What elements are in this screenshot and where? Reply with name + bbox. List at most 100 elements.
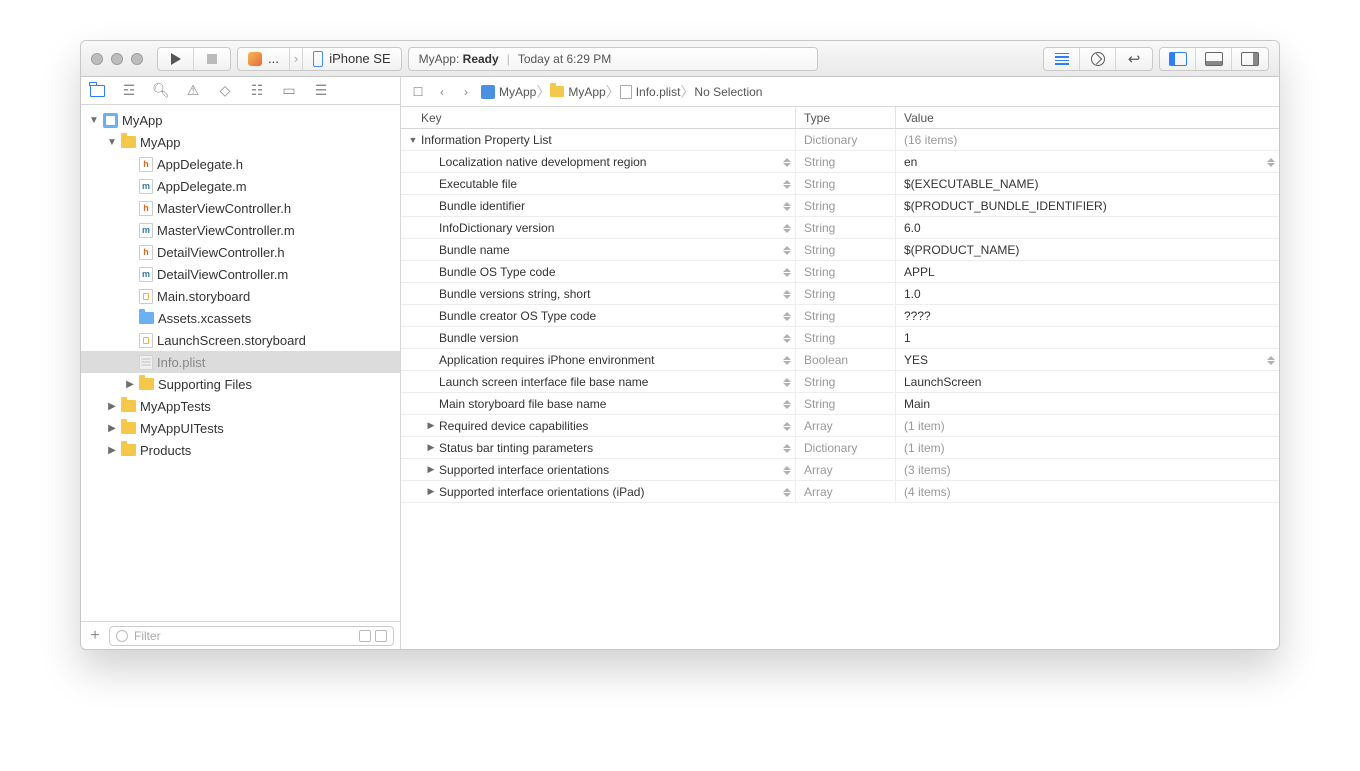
plist-value-cell[interactable]: (16 items) [896, 129, 1279, 150]
plist-key-cell[interactable]: Bundle versions string, short [401, 283, 796, 304]
key-stepper[interactable] [783, 198, 791, 214]
disclosure-triangle[interactable]: ▼ [89, 115, 99, 126]
key-stepper[interactable] [783, 374, 791, 390]
issue-navigator-tab[interactable]: ⚠︎ [185, 83, 201, 99]
toggle-navigator-button[interactable] [1160, 48, 1196, 70]
plist-key-cell[interactable]: Bundle version [401, 327, 796, 348]
value-stepper[interactable] [1267, 352, 1275, 368]
disclosure-triangle[interactable]: ▼ [407, 135, 419, 145]
plist-value-cell[interactable]: (3 items) [896, 459, 1279, 480]
tree-row[interactable]: Main.storyboard [81, 285, 400, 307]
plist-value-cell[interactable]: APPL [896, 261, 1279, 282]
plist-type-cell[interactable]: Dictionary [796, 437, 896, 458]
symbol-navigator-tab[interactable]: ☲ [121, 83, 137, 99]
plist-type-cell[interactable]: Dictionary [796, 129, 896, 150]
plist-type-cell[interactable]: Array [796, 481, 896, 502]
plist-type-cell[interactable]: String [796, 393, 896, 414]
tree-row[interactable]: ▼MyApp [81, 131, 400, 153]
plist-value-cell[interactable]: $(EXECUTABLE_NAME) [896, 173, 1279, 194]
plist-key-cell[interactable]: Application requires iPhone environment [401, 349, 796, 370]
plist-key-cell[interactable]: Bundle creator OS Type code [401, 305, 796, 326]
plist-key-cell[interactable]: Main storyboard file base name [401, 393, 796, 414]
tree-row[interactable]: hAppDelegate.h [81, 153, 400, 175]
disclosure-triangle[interactable]: ▶ [107, 423, 117, 434]
column-key[interactable]: Key [401, 107, 796, 128]
value-stepper[interactable] [1267, 154, 1275, 170]
plist-value-cell[interactable]: en [896, 151, 1279, 172]
plist-row[interactable]: ▶Supported interface orientationsArray(3… [401, 459, 1279, 481]
disclosure-triangle[interactable]: ▼ [107, 137, 117, 148]
plist-type-cell[interactable]: String [796, 173, 896, 194]
plist-row[interactable]: ▶Status bar tinting parametersDictionary… [401, 437, 1279, 459]
plist-value-cell[interactable]: $(PRODUCT_BUNDLE_IDENTIFIER) [896, 195, 1279, 216]
tree-row[interactable]: Assets.xcassets [81, 307, 400, 329]
breakpoint-navigator-tab[interactable]: ▭ [281, 83, 297, 99]
plist-value-cell[interactable]: (1 item) [896, 415, 1279, 436]
filter-field[interactable]: Filter [109, 626, 394, 646]
standard-editor-button[interactable] [1044, 48, 1080, 70]
plist-type-cell[interactable]: String [796, 195, 896, 216]
key-stepper[interactable] [783, 396, 791, 412]
destination-selector[interactable]: iPhone SE [303, 48, 400, 70]
plist-key-cell[interactable]: Bundle name [401, 239, 796, 260]
plist-value-cell[interactable]: LaunchScreen [896, 371, 1279, 392]
project-navigator-tree[interactable]: ▼MyApp▼MyApphAppDelegate.hmAppDelegate.m… [81, 105, 400, 621]
tree-row[interactable]: ▼MyApp [81, 109, 400, 131]
tree-row[interactable]: ▶MyAppTests [81, 395, 400, 417]
toggle-debug-area-button[interactable] [1196, 48, 1232, 70]
plist-row[interactable]: Bundle identifierString$(PRODUCT_BUNDLE_… [401, 195, 1279, 217]
plist-type-cell[interactable]: String [796, 305, 896, 326]
toggle-inspectors-button[interactable] [1232, 48, 1268, 70]
key-stepper[interactable] [783, 484, 791, 500]
zoom-window-button[interactable] [131, 53, 143, 65]
activity-viewer[interactable]: MyApp: Ready | Today at 6:29 PM [408, 47, 818, 71]
plist-type-cell[interactable]: String [796, 217, 896, 238]
plist-key-cell[interactable]: ▶Supported interface orientations [401, 459, 796, 480]
recent-filter-icon[interactable] [359, 630, 371, 642]
disclosure-triangle[interactable]: ▶ [107, 445, 117, 456]
plist-type-cell[interactable]: String [796, 151, 896, 172]
tree-row[interactable]: mMasterViewController.m [81, 219, 400, 241]
plist-key-cell[interactable]: Executable file [401, 173, 796, 194]
report-navigator-tab[interactable]: ☰ [313, 83, 329, 99]
plist-row[interactable]: ▼Information Property ListDictionary(16 … [401, 129, 1279, 151]
plist-row[interactable]: Bundle nameString$(PRODUCT_NAME) [401, 239, 1279, 261]
tree-row[interactable]: ▶Products [81, 439, 400, 461]
key-stepper[interactable] [783, 264, 791, 280]
plist-type-cell[interactable]: String [796, 327, 896, 348]
plist-row[interactable]: ▶Supported interface orientations (iPad)… [401, 481, 1279, 503]
plist-key-cell[interactable]: InfoDictionary version [401, 217, 796, 238]
tree-row[interactable]: mAppDelegate.m [81, 175, 400, 197]
forward-button[interactable]: › [457, 83, 475, 101]
scheme-selector[interactable]: ... [238, 48, 290, 70]
plist-value-cell[interactable]: 1 [896, 327, 1279, 348]
disclosure-triangle[interactable]: ▶ [125, 379, 135, 390]
plist-value-cell[interactable]: 6.0 [896, 217, 1279, 238]
disclosure-triangle[interactable]: ▶ [107, 401, 117, 412]
key-stepper[interactable] [783, 440, 791, 456]
stop-button[interactable] [194, 48, 230, 70]
tree-row[interactable]: ▶MyAppUITests [81, 417, 400, 439]
plist-row[interactable]: Localization native development regionSt… [401, 151, 1279, 173]
plist-value-cell[interactable]: YES [896, 349, 1279, 370]
tree-row[interactable]: Info.plist [81, 351, 400, 373]
plist-row[interactable]: InfoDictionary versionString6.0 [401, 217, 1279, 239]
key-stepper[interactable] [783, 308, 791, 324]
plist-type-cell[interactable]: String [796, 371, 896, 392]
plist-type-cell[interactable]: Array [796, 459, 896, 480]
plist-value-cell[interactable]: Main [896, 393, 1279, 414]
plist-key-cell[interactable]: Bundle identifier [401, 195, 796, 216]
disclosure-triangle[interactable]: ▶ [425, 420, 437, 431]
key-stepper[interactable] [783, 220, 791, 236]
plist-key-cell[interactable]: ▶Supported interface orientations (iPad) [401, 481, 796, 502]
scm-filter-icon[interactable] [375, 630, 387, 642]
assistant-editor-button[interactable] [1080, 48, 1116, 70]
key-stepper[interactable] [783, 176, 791, 192]
plist-row[interactable]: Bundle versionString1 [401, 327, 1279, 349]
key-stepper[interactable] [783, 462, 791, 478]
disclosure-triangle[interactable]: ▶ [425, 486, 437, 497]
plist-row[interactable]: Application requires iPhone environmentB… [401, 349, 1279, 371]
breadcrumb-item[interactable]: No Selection [694, 85, 762, 99]
plist-value-cell[interactable]: ???? [896, 305, 1279, 326]
run-button[interactable] [158, 48, 194, 70]
